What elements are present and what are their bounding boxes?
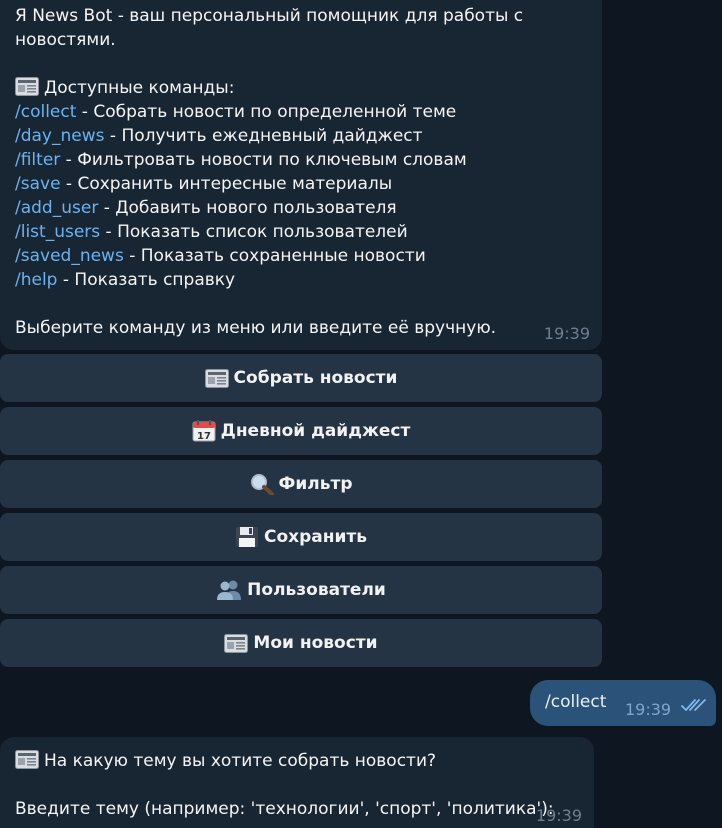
double-check-icon <box>681 699 706 711</box>
outgoing-text: /collect <box>545 692 607 712</box>
newspaper-icon <box>204 368 229 388</box>
command-link-saved-news[interactable]: /saved_news <box>15 246 124 266</box>
command-link-add-user[interactable]: /add_user <box>15 198 98 218</box>
command-item: /saved_news - Показать сохраненные новос… <box>15 246 426 266</box>
command-item: /list_users - Показать список пользовате… <box>15 222 408 242</box>
command-link-help[interactable]: /help <box>15 270 57 290</box>
filter-button[interactable]: Фильтр <box>0 460 602 508</box>
command-link-filter[interactable]: /filter <box>15 150 60 170</box>
welcome-footer: Выберите команду из меню или введите её … <box>15 318 497 338</box>
reply-line-2: Введите тему (например: 'технологии', 'с… <box>15 799 554 819</box>
svg-text:17: 17 <box>197 431 211 442</box>
newspaper-icon <box>15 77 39 96</box>
command-item: /filter - Фильтровать новости по ключевы… <box>15 150 467 170</box>
command-link-save[interactable]: /save <box>15 174 61 194</box>
command-link-list-users[interactable]: /list_users <box>15 222 100 242</box>
message-time: 19:39 <box>543 324 590 343</box>
button-label: Фильтр <box>278 474 353 494</box>
daily-digest-button[interactable]: 17 Дневной дайджест <box>0 407 602 455</box>
my-news-button[interactable]: Мои новости <box>0 619 602 667</box>
button-label: Дневной дайджест <box>220 421 411 441</box>
magnifier-icon <box>250 474 274 495</box>
command-link-collect[interactable]: /collect <box>15 102 76 122</box>
intro-line-1: Я News Bot - ваш персональный помощник д… <box>15 6 524 26</box>
message-time: 19:39 <box>625 700 672 719</box>
save-button[interactable]: Сохранить <box>0 513 602 561</box>
calendar-icon: 17 <box>192 420 216 442</box>
button-label: Мои новости <box>253 633 378 653</box>
chat-history: Я News Bot - ваш персональный помощник д… <box>0 0 722 828</box>
button-label: Сохранить <box>263 527 368 547</box>
command-item: /day_news - Получить ежедневный дайджест <box>15 126 423 146</box>
command-item: /add_user - Добавить нового пользователя <box>15 198 397 218</box>
button-label: Пользователи <box>247 580 386 600</box>
command-item: /save - Сохранить интересные материалы <box>15 174 393 194</box>
button-label: Собрать новости <box>233 368 398 388</box>
intro-line-2: новостями. <box>15 30 116 50</box>
reply-line-1: На какую тему вы хотите собрать новости? <box>15 749 580 773</box>
commands-header: Доступные команды: <box>15 76 588 100</box>
command-item: /collect - Собрать новости по определенн… <box>15 102 457 122</box>
message-time: 19:39 <box>535 806 582 825</box>
floppy-icon <box>235 527 258 547</box>
command-item: /help - Показать справку <box>15 270 236 290</box>
collect-news-button[interactable]: Собрать новости <box>0 354 602 402</box>
newspaper-icon <box>224 633 249 653</box>
newspaper-icon <box>15 750 39 769</box>
bot-reply-message: На какую тему вы хотите собрать новости?… <box>0 737 594 828</box>
users-icon <box>217 580 242 600</box>
outgoing-message: /collect 19:39 <box>530 680 716 726</box>
bot-welcome-message: Я News Bot - ваш персональный помощник д… <box>0 0 602 350</box>
command-link-day-news[interactable]: /day_news <box>15 126 105 146</box>
users-button[interactable]: Пользователи <box>0 566 602 614</box>
